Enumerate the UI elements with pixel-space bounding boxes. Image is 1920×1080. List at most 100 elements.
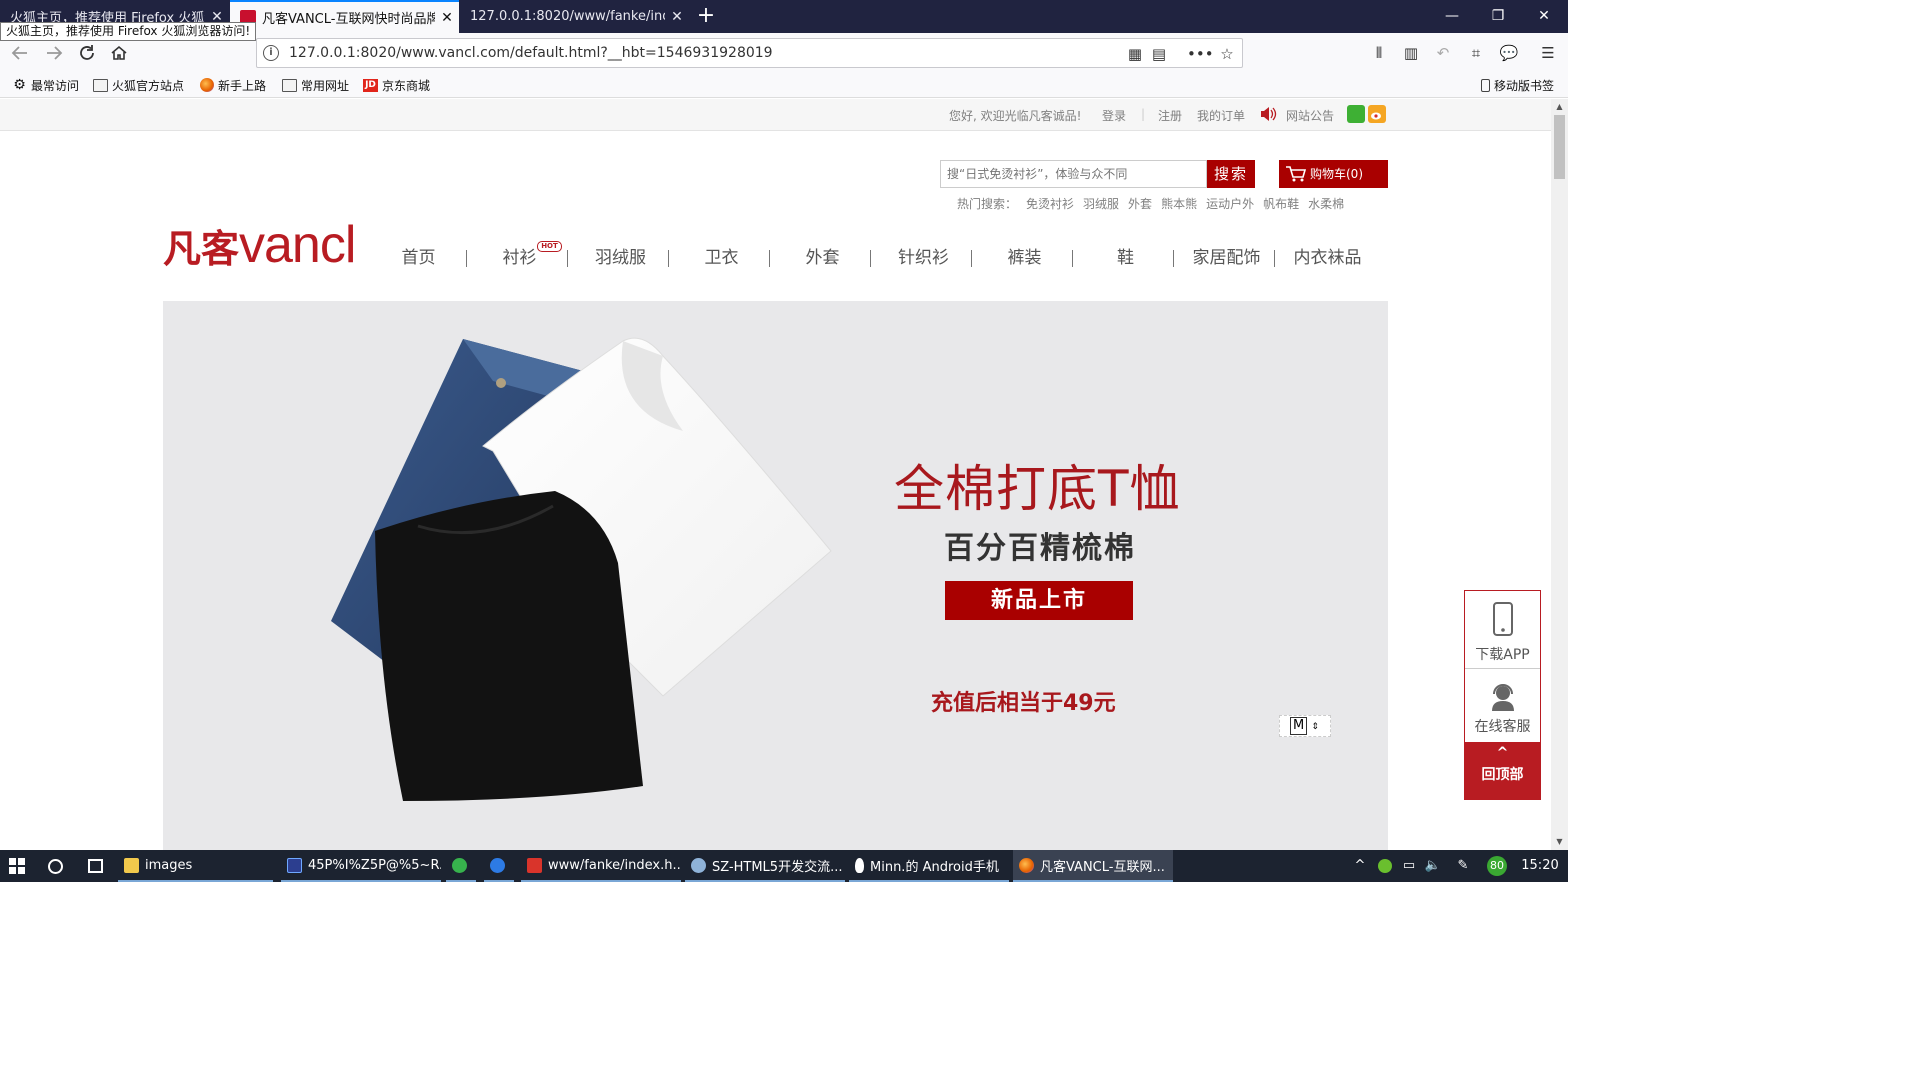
hbuilder-icon	[527, 857, 542, 873]
qr-code-icon[interactable]: ▦	[1125, 44, 1145, 64]
volume-icon[interactable]: 🔈	[1422, 850, 1444, 882]
store-button[interactable]	[78, 850, 112, 882]
logo-cn: 凡客	[163, 227, 240, 271]
chat-icon[interactable]: 💬	[1498, 42, 1520, 64]
main-nav: 首页 衬衫 羽绒服 卫衣 外套 针织衫 裤装 鞋 家居配饰 内衣袜品	[368, 245, 1388, 271]
url-bar[interactable]: i ▦ ▤ ••• ☆	[256, 38, 1243, 68]
menu-icon[interactable]: ☰	[1537, 42, 1559, 64]
scroll-up-icon[interactable]: ▲	[1551, 99, 1568, 115]
new-tab-button[interactable]: +	[694, 3, 718, 29]
reload-button[interactable]	[73, 39, 101, 67]
close-window-button[interactable]: ✕	[1521, 0, 1567, 33]
nav-item-home[interactable]: 首页	[368, 245, 469, 271]
home-button[interactable]	[105, 39, 133, 67]
tray-expand-icon[interactable]: ^	[1350, 850, 1370, 882]
taskbar-app-android[interactable]: Minn.的 Android手机	[849, 850, 1009, 882]
close-tab-icon[interactable]: ✕	[435, 10, 459, 26]
notification-badge[interactable]: 80	[1486, 850, 1508, 882]
taskbar-app-images[interactable]: images	[118, 850, 273, 882]
wechat-icon[interactable]	[1347, 105, 1365, 123]
hot-search-link[interactable]: 水柔棉	[1308, 197, 1344, 211]
bookmark-common-sites[interactable]: 常用网址	[282, 76, 349, 94]
login-link[interactable]: 登录	[1102, 107, 1126, 124]
hot-search-link[interactable]: 外套	[1128, 197, 1152, 211]
bookmark-firefox-official[interactable]: 火狐官方站点	[93, 76, 184, 94]
search-input[interactable]	[940, 160, 1207, 188]
online-service-label: 在线客服	[1474, 719, 1531, 735]
folder-icon	[124, 857, 139, 873]
taskbar-app-qq-group[interactable]: SZ-HTML5开发交流...	[685, 850, 845, 882]
library-icon[interactable]: ⫴	[1368, 42, 1390, 64]
clock[interactable]: 15:20	[1515, 850, 1565, 882]
reader-view-icon[interactable]: ▤	[1149, 44, 1169, 64]
url-input[interactable]	[289, 43, 1109, 63]
page-scrollbar[interactable]: ▲ ▼	[1551, 99, 1568, 850]
nav-item-home-accessories[interactable]: 家居配饰	[1176, 245, 1277, 271]
tray-security-icon[interactable]	[1375, 850, 1395, 882]
search-button[interactable]: 搜索	[1207, 160, 1255, 188]
site-info-icon[interactable]: i	[263, 45, 279, 61]
cortana-button[interactable]	[38, 850, 72, 882]
hot-search-link[interactable]: 羽绒服	[1083, 197, 1119, 211]
nav-item-pants[interactable]: 裤装	[974, 245, 1075, 271]
tab-localhost[interactable]: 127.0.0.1:8020/www/fanke/index.html ✕	[460, 0, 689, 33]
up-arrow-icon: ^	[1496, 745, 1509, 761]
download-app-button[interactable]: 下载APP	[1465, 591, 1540, 669]
taskbar-app-hbuilder[interactable]: www/fanke/index.h...	[521, 850, 681, 882]
screenshot-icon[interactable]: ⌗	[1465, 42, 1487, 64]
hot-search-link[interactable]: 帆布鞋	[1263, 197, 1299, 211]
firefox-icon	[1019, 857, 1034, 873]
new-arrivals-button[interactable]: 新品上市	[945, 581, 1133, 620]
network-icon[interactable]: ▭	[1398, 850, 1420, 882]
store-bag-icon	[87, 859, 103, 873]
close-tab-icon[interactable]: ✕	[665, 9, 689, 25]
pen-icon[interactable]: ✎	[1452, 850, 1474, 882]
hot-search-link[interactable]: 运动户外	[1206, 197, 1254, 211]
bookmark-star-icon[interactable]: ☆	[1217, 44, 1237, 64]
bookmark-most-visited[interactable]: ⚙ 最常访问	[12, 76, 79, 94]
weibo-icon[interactable]	[1368, 105, 1386, 123]
page-actions-icon[interactable]: •••	[1187, 44, 1214, 64]
restore-button[interactable]: ❐	[1475, 0, 1521, 33]
hero-banner[interactable]: 全棉打底T恤 百分百精梳棉 新品上市 充值后相当于49元	[163, 301, 1388, 850]
sidebar-icon[interactable]: ▥	[1400, 42, 1422, 64]
forward-button[interactable]	[40, 39, 68, 67]
undo-icon[interactable]: ↶	[1432, 42, 1454, 64]
banner-price: 充值后相当于49元	[931, 691, 1116, 716]
nav-item-coats[interactable]: 外套	[772, 245, 873, 271]
taskbar-app-green[interactable]	[446, 850, 476, 882]
nav-item-knitwear[interactable]: 针织衫	[873, 245, 974, 271]
minimize-button[interactable]: —	[1429, 0, 1475, 33]
back-to-top-button[interactable]: ^ 回顶部	[1465, 742, 1540, 799]
online-service-button[interactable]: 在线客服	[1465, 670, 1540, 742]
nav-item-down-jackets[interactable]: 羽绒服	[570, 245, 671, 271]
windows-logo-icon	[9, 858, 25, 874]
scrollbar-thumb[interactable]	[1554, 115, 1565, 179]
taskbar-app-blue[interactable]	[484, 850, 514, 882]
site-notice-link[interactable]: 网站公告	[1286, 107, 1334, 124]
back-button[interactable]	[6, 39, 34, 67]
tab-vancl[interactable]: 凡客VANCL-互联网快时尚品牌 ✕	[230, 0, 459, 33]
mobile-bookmarks[interactable]: 移动版书签	[1481, 76, 1554, 94]
my-orders-link[interactable]: 我的订单	[1197, 107, 1245, 124]
nav-item-sweatshirts[interactable]: 卫衣	[671, 245, 772, 271]
bookmark-label: 京东商城	[382, 78, 431, 93]
taskbar-app-photoshop[interactable]: 45P%I%Z5P@%5~R...	[281, 850, 441, 882]
bookmarks-toolbar: ⚙ 最常访问 火狐官方站点 新手上路 常用网址 JD 京东商城 移动版书签	[0, 73, 1568, 98]
nav-item-underwear[interactable]: 内衣袜品	[1277, 245, 1378, 271]
taskbar-app-firefox[interactable]: 凡客VANCL-互联网...	[1013, 850, 1173, 882]
m-widget[interactable]: M ⇕	[1279, 715, 1331, 737]
banner-subhead: 百分百精梳棉	[944, 531, 1136, 566]
vancl-logo[interactable]: 凡客vancl	[163, 219, 356, 273]
scroll-down-icon[interactable]: ▼	[1551, 834, 1568, 850]
mobile-phone-icon	[1481, 78, 1490, 92]
cart-button[interactable]: 购物车(0)	[1279, 160, 1388, 188]
bookmark-jd[interactable]: JD 京东商城	[363, 76, 430, 94]
start-button[interactable]	[0, 850, 34, 882]
register-link[interactable]: 注册	[1158, 107, 1182, 124]
hot-search-link[interactable]: 熊本熊	[1161, 197, 1197, 211]
sort-arrows-icon: ⇕	[1311, 722, 1319, 732]
bookmark-getting-started[interactable]: 新手上路	[200, 76, 266, 94]
nav-item-shoes[interactable]: 鞋	[1075, 245, 1176, 271]
hot-search-link[interactable]: 免烫衬衫	[1026, 197, 1074, 211]
